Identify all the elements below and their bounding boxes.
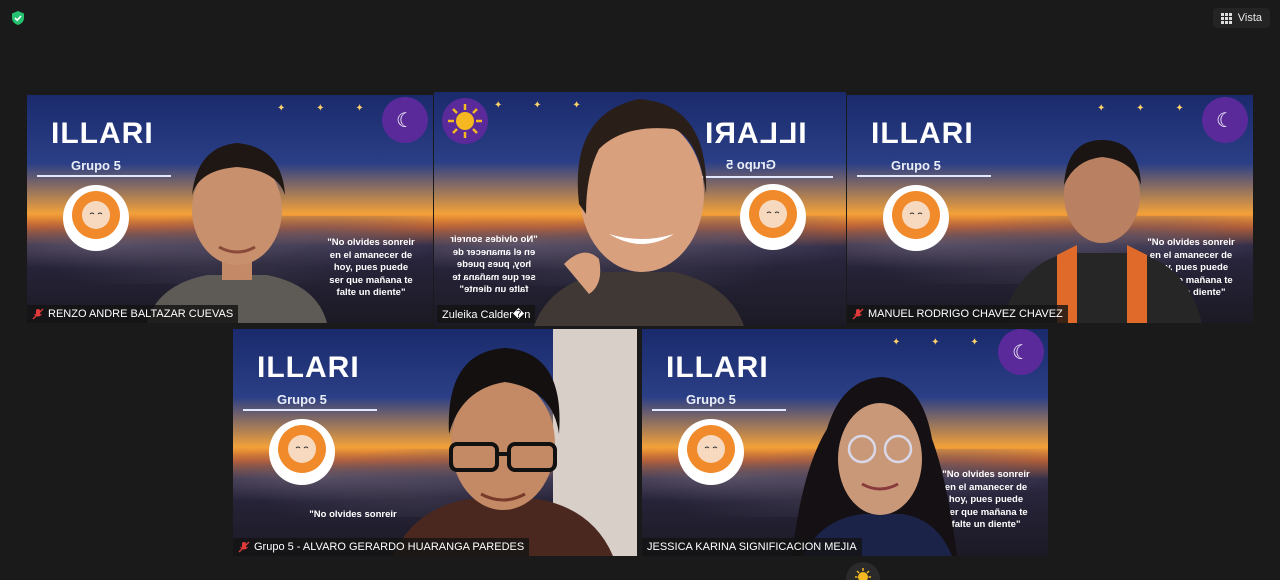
muted-mic-icon bbox=[238, 541, 250, 553]
video-tile-5[interactable]: ✦ ✦ ✦ ✦ ILLARI Grupo 5 ☾ "No olvides son… bbox=[642, 329, 1048, 556]
participant-video bbox=[393, 348, 613, 556]
reactions-sun-icon[interactable] bbox=[846, 562, 880, 580]
sun-badge-icon bbox=[442, 98, 488, 144]
sun-mascot-icon bbox=[63, 185, 129, 251]
participant-name-tag: MANUEL RODRIGO CHAVEZ CHAVEZ bbox=[847, 305, 1068, 323]
divider bbox=[652, 409, 786, 411]
participant-video bbox=[792, 377, 957, 556]
video-tile-3[interactable]: ✦ ✦ ✦ ✦ ILLARI Grupo 5 ☾ "No olvides son… bbox=[847, 95, 1253, 323]
sun-mascot-icon bbox=[678, 419, 744, 485]
participant-video bbox=[147, 143, 327, 323]
virtual-bg-title: ILLARI bbox=[257, 351, 360, 384]
moon-logo-icon: ☾ bbox=[382, 97, 428, 143]
participant-name-tag: Grupo 5 - ALVARO GERARDO HUARANGA PAREDE… bbox=[233, 538, 530, 556]
participant-name-tag: Zuleika Calder�n bbox=[437, 305, 536, 323]
sun-mascot-icon bbox=[883, 185, 949, 251]
view-button[interactable]: Vista bbox=[1212, 8, 1270, 28]
sun-mascot-icon bbox=[269, 419, 335, 485]
video-tile-1[interactable]: ✦ ✦ ✦ ✦ ILLARI Grupo 5 ☾ "No olvides son… bbox=[27, 95, 433, 323]
divider bbox=[857, 175, 991, 177]
muted-mic-icon bbox=[852, 308, 864, 320]
virtual-bg-group: Grupo 5 bbox=[686, 392, 736, 407]
virtual-bg-title: ILLARI bbox=[871, 117, 974, 150]
divider bbox=[243, 409, 377, 411]
participant-name-tag: JESSICA KARINA SIGNIFICACION MEJIA bbox=[642, 538, 862, 556]
virtual-bg-group: Grupo 5 bbox=[277, 392, 327, 407]
participant-video bbox=[534, 99, 744, 326]
moon-logo-icon: ☾ bbox=[998, 329, 1044, 375]
video-tile-2[interactable]: ✦ ✦ ✦ ILLARI Grupo 5 "No olvides sonreir… bbox=[434, 92, 846, 326]
meeting-stage: Vista ✦ ✦ ✦ ✦ ILLARI Grupo 5 ☾ "No olvid… bbox=[0, 0, 1280, 580]
participant-video bbox=[1002, 140, 1202, 323]
participant-name-tag: RENZO ANDRE BALTAZAR CUEVAS bbox=[27, 305, 239, 323]
moon-logo-icon: ☾ bbox=[1202, 97, 1248, 143]
virtual-bg-group: Grupo 5 bbox=[71, 158, 121, 173]
virtual-bg-group: Grupo 5 bbox=[891, 158, 941, 173]
shield-check-icon[interactable] bbox=[10, 10, 26, 26]
virtual-bg-title: ILLARI bbox=[666, 351, 769, 384]
grid-icon bbox=[1220, 12, 1232, 24]
muted-mic-icon bbox=[32, 308, 44, 320]
view-button-label: Vista bbox=[1237, 12, 1262, 24]
video-tile-4[interactable]: ILLARI Grupo 5 "No olvides sonreir Grupo… bbox=[233, 329, 637, 556]
